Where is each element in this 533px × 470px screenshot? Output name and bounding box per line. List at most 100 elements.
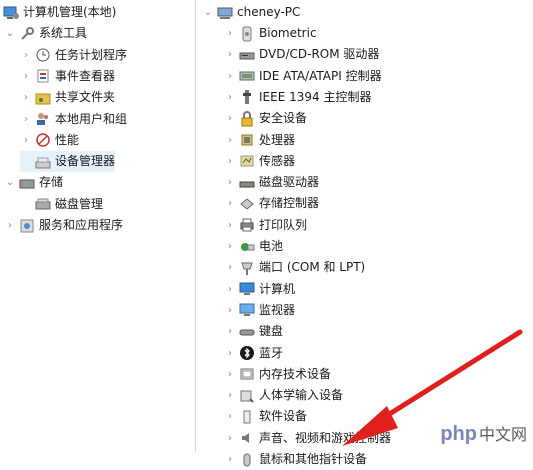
keyboard-icon xyxy=(239,324,255,340)
tree-item-label: 键盘 xyxy=(259,324,284,339)
tree-item-label: 存储控制器 xyxy=(259,196,320,211)
services-icon xyxy=(19,218,35,234)
console-tree-item[interactable]: 设备管理器 xyxy=(20,151,116,173)
console-tree-item[interactable]: › 服务和应用程序 xyxy=(4,215,123,236)
mouse-icon xyxy=(239,452,255,468)
tree-item-label: 计算机管理(本地) xyxy=(23,5,117,19)
chevron-right-icon[interactable]: › xyxy=(224,155,236,167)
chevron-right-icon[interactable]: › xyxy=(224,368,236,380)
chevron-right-icon[interactable]: › xyxy=(224,219,236,231)
chevron-right-icon[interactable]: › xyxy=(20,70,32,82)
chevron-down-icon[interactable]: ⌄ xyxy=(202,7,214,19)
device-category-item[interactable]: › 蓝牙 xyxy=(224,343,283,364)
tree-item-label: IEEE 1394 主控制器 xyxy=(259,89,372,104)
console-tree-item[interactable]: › 事件查看器 xyxy=(20,66,115,87)
device-tree-pane: ⌄ cheney-PC › Biometric › DVD/CD-ROM 驱动器 › IDE … xyxy=(196,0,533,466)
tree-item-label: 计算机 xyxy=(259,281,296,296)
console-tree-item[interactable]: ⌄ 存储 xyxy=(4,172,63,193)
console-tree-item[interactable]: 磁盘管理 xyxy=(20,194,103,215)
console-tree-item[interactable]: ⌄ 系统工具 xyxy=(4,23,87,44)
users-icon xyxy=(35,111,51,127)
memory-icon xyxy=(239,366,255,382)
disk-drive-icon xyxy=(239,175,255,191)
chevron-right-icon[interactable]: › xyxy=(224,70,236,82)
device-category-item[interactable]: › 传感器 xyxy=(224,151,295,172)
chevron-right-icon[interactable]: › xyxy=(224,28,236,40)
chevron-right-icon[interactable]: › xyxy=(224,241,236,253)
dvd-icon xyxy=(239,47,255,63)
device-category-item[interactable]: › IEEE 1394 主控制器 xyxy=(224,87,371,108)
tree-item-label: 事件查看器 xyxy=(55,68,116,83)
chevron-right-icon[interactable]: › xyxy=(224,49,236,61)
chevron-right-icon[interactable]: › xyxy=(224,326,236,338)
computer-mgmt-icon xyxy=(3,5,19,21)
tree-item-label: 安全设备 xyxy=(259,111,308,126)
tree-item-label: 任务计划程序 xyxy=(55,47,128,62)
device-category-item[interactable]: › IDE ATA/ATAPI 控制器 xyxy=(224,66,382,87)
device-category-item[interactable]: › 端口 (COM 和 LPT) xyxy=(224,257,365,278)
storage-icon xyxy=(19,175,35,191)
tools-icon xyxy=(19,26,35,42)
console-tree-item[interactable]: › 共享文件夹 xyxy=(20,87,115,108)
console-tree-item[interactable]: 计算机管理(本地) xyxy=(0,2,116,23)
chevron-right-icon[interactable]: › xyxy=(224,198,236,210)
chevron-right-icon[interactable]: › xyxy=(224,262,236,274)
chevron-right-icon[interactable]: › xyxy=(224,347,236,359)
tree-item-label: 鼠标和其他指针设备 xyxy=(259,452,368,466)
console-tree-item[interactable]: › 性能 xyxy=(20,130,79,151)
device-category-item[interactable]: › 打印队列 xyxy=(224,215,307,236)
tree-item-label: 端口 (COM 和 LPT) xyxy=(259,260,366,275)
chevron-right-icon[interactable]: › xyxy=(224,113,236,125)
device-category-item[interactable]: › 内存技术设备 xyxy=(224,364,331,385)
chevron-right-icon[interactable]: › xyxy=(20,49,32,61)
chevron-right-icon[interactable]: › xyxy=(20,134,32,146)
chevron-right-icon[interactable]: › xyxy=(224,390,236,402)
device-category-item[interactable]: › 计算机 xyxy=(224,279,295,300)
device-category-item[interactable]: › 键盘 xyxy=(224,321,283,342)
chevron-right-icon[interactable]: › xyxy=(224,134,236,146)
ide-icon xyxy=(239,68,255,84)
printer-icon xyxy=(239,217,255,233)
watermark: php 中文网 xyxy=(440,421,527,446)
bluetooth-icon xyxy=(239,345,255,361)
device-category-item[interactable]: › 安全设备 xyxy=(224,108,307,129)
sensor-icon xyxy=(239,153,255,169)
device-category-item[interactable]: › 存储控制器 xyxy=(224,193,319,214)
device-category-item[interactable]: › 电池 xyxy=(224,236,283,257)
device-tree-root[interactable]: ⌄ cheney-PC xyxy=(202,2,301,23)
chevron-down-icon[interactable]: ⌄ xyxy=(4,177,16,189)
tree-item-label: 内存技术设备 xyxy=(259,366,332,381)
tree-item-label: cheney-PC xyxy=(237,5,301,19)
device-category-item[interactable]: › 磁盘驱动器 xyxy=(224,172,319,193)
console-tree-item[interactable]: › 任务计划程序 xyxy=(20,45,127,66)
device-category-item[interactable]: › 软件设备 xyxy=(224,406,307,427)
chevron-right-icon[interactable]: › xyxy=(224,432,236,444)
pc-icon xyxy=(217,5,233,21)
console-tree-item[interactable]: › 本地用户和组 xyxy=(20,109,127,130)
device-category-item[interactable]: › Biometric xyxy=(224,23,317,44)
chevron-right-icon[interactable]: › xyxy=(20,113,32,125)
device-category-item[interactable]: › 声音、视频和游戏控制器 xyxy=(224,428,391,449)
chevron-right-icon[interactable]: › xyxy=(20,92,32,104)
device-category-item[interactable]: › 人体学输入设备 xyxy=(224,385,343,406)
chevron-right-icon[interactable]: › xyxy=(224,304,236,316)
device-category-item[interactable]: › 鼠标和其他指针设备 xyxy=(224,449,367,470)
watermark-brand: php xyxy=(440,423,477,445)
security-icon xyxy=(239,110,255,127)
device-category-item[interactable]: › 处理器 xyxy=(224,130,295,151)
chevron-right-icon[interactable]: › xyxy=(4,220,16,232)
chevron-right-icon[interactable]: › xyxy=(224,454,236,466)
chevron-right-icon[interactable]: › xyxy=(224,411,236,423)
event-viewer-icon xyxy=(35,68,51,84)
tree-item-label: DVD/CD-ROM 驱动器 xyxy=(259,47,380,62)
processor-icon xyxy=(239,132,255,148)
chevron-right-icon[interactable]: › xyxy=(224,283,236,295)
device-category-item[interactable]: › DVD/CD-ROM 驱动器 xyxy=(224,44,379,65)
chevron-right-icon[interactable]: › xyxy=(224,91,236,103)
chevron-down-icon[interactable]: ⌄ xyxy=(4,28,16,40)
task-scheduler-icon xyxy=(35,47,51,63)
device-category-item[interactable]: › 监视器 xyxy=(224,300,295,321)
chevron-right-icon[interactable]: › xyxy=(224,177,236,189)
